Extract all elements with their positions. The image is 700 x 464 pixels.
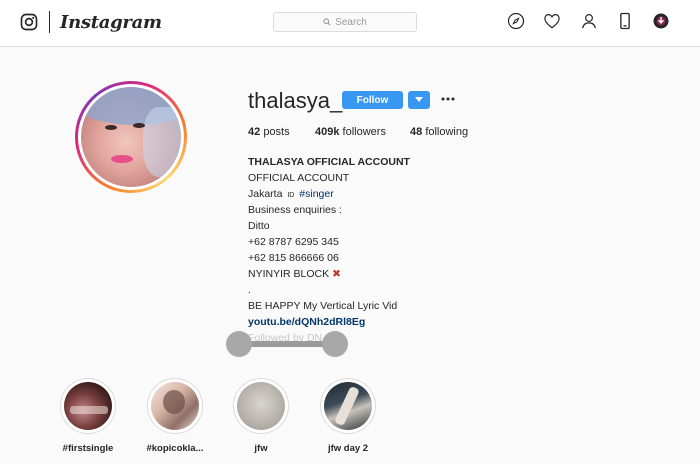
suggestions-dropdown-button[interactable] bbox=[408, 91, 430, 109]
search-placeholder: Search bbox=[335, 16, 367, 28]
hashtag-link[interactable]: #singer bbox=[299, 188, 333, 200]
story-highlight[interactable]: #firstsingle bbox=[53, 378, 123, 454]
flag-id-icon: ID bbox=[287, 192, 295, 199]
drag-handle[interactable] bbox=[226, 331, 348, 357]
logo-divider bbox=[49, 11, 50, 33]
profile-full-name: THALASYA OFFICIAL ACCOUNT bbox=[248, 156, 410, 168]
highlight-label: #kopicokla... bbox=[146, 443, 204, 454]
profile-icon[interactable] bbox=[580, 12, 598, 30]
bio-location-line: Jakarta ID #singer bbox=[248, 188, 334, 200]
instagram-glyph-icon bbox=[20, 13, 38, 31]
bio-line: NYINYIR BLOCK ✖ bbox=[248, 268, 341, 280]
highlight-cover bbox=[324, 382, 372, 430]
bio-line: Business enquiries : bbox=[248, 204, 342, 216]
bio-phone: +62 815 866666 06 bbox=[248, 252, 339, 264]
download-icon[interactable] bbox=[652, 12, 670, 30]
drag-handle-track bbox=[240, 341, 334, 347]
compass-icon[interactable] bbox=[507, 12, 525, 30]
story-highlight[interactable]: jfw day 2 bbox=[313, 378, 383, 454]
search-icon bbox=[323, 18, 331, 26]
followers-link[interactable]: 409k followers bbox=[315, 126, 386, 138]
bio-line: . bbox=[248, 284, 251, 296]
instagram-wordmark: Instagram bbox=[60, 11, 162, 33]
profile-username: thalasya_ bbox=[248, 88, 343, 113]
highlight-cover bbox=[64, 382, 112, 430]
highlight-cover bbox=[237, 382, 285, 430]
bio-line: BE HAPPY My Vertical Lyric Vid bbox=[248, 300, 398, 312]
following-link[interactable]: 48 following bbox=[410, 126, 468, 138]
follow-button[interactable]: Follow bbox=[342, 91, 403, 109]
mobile-icon[interactable] bbox=[616, 12, 634, 30]
drag-handle-knob-right[interactable] bbox=[322, 331, 348, 357]
top-navbar: Instagram Search bbox=[0, 0, 700, 47]
highlight-label: jfw bbox=[254, 443, 268, 454]
drag-handle-knob-left[interactable] bbox=[226, 331, 252, 357]
story-highlight[interactable]: #kopicokla... bbox=[140, 378, 210, 454]
logo[interactable]: Instagram bbox=[20, 11, 162, 33]
posts-count: 42 posts bbox=[248, 126, 290, 138]
triangle-down-icon bbox=[415, 97, 423, 102]
more-options-icon[interactable] bbox=[440, 91, 456, 107]
story-highlight[interactable]: jfw bbox=[226, 378, 296, 454]
search-input[interactable]: Search bbox=[273, 12, 417, 32]
ellipsis-icon bbox=[441, 97, 455, 101]
highlight-label: #firstsingle bbox=[62, 443, 114, 454]
cross-mark-icon: ✖ bbox=[332, 268, 341, 280]
bio-line: OFFICIAL ACCOUNT bbox=[248, 172, 350, 184]
heart-icon[interactable] bbox=[543, 12, 561, 30]
bio-phone: +62 8787 6295 345 bbox=[248, 236, 339, 248]
profile-avatar[interactable] bbox=[75, 81, 187, 193]
highlight-label: jfw day 2 bbox=[327, 443, 369, 454]
highlight-cover bbox=[151, 382, 199, 430]
avatar-photo bbox=[81, 87, 181, 187]
bio-external-link[interactable]: youtu.be/dQNh2dRl8Eg bbox=[248, 314, 548, 330]
bio-line: Ditto bbox=[248, 220, 270, 232]
profile-bio: THALASYA OFFICIAL ACCOUNT OFFICIAL ACCOU… bbox=[248, 154, 548, 346]
